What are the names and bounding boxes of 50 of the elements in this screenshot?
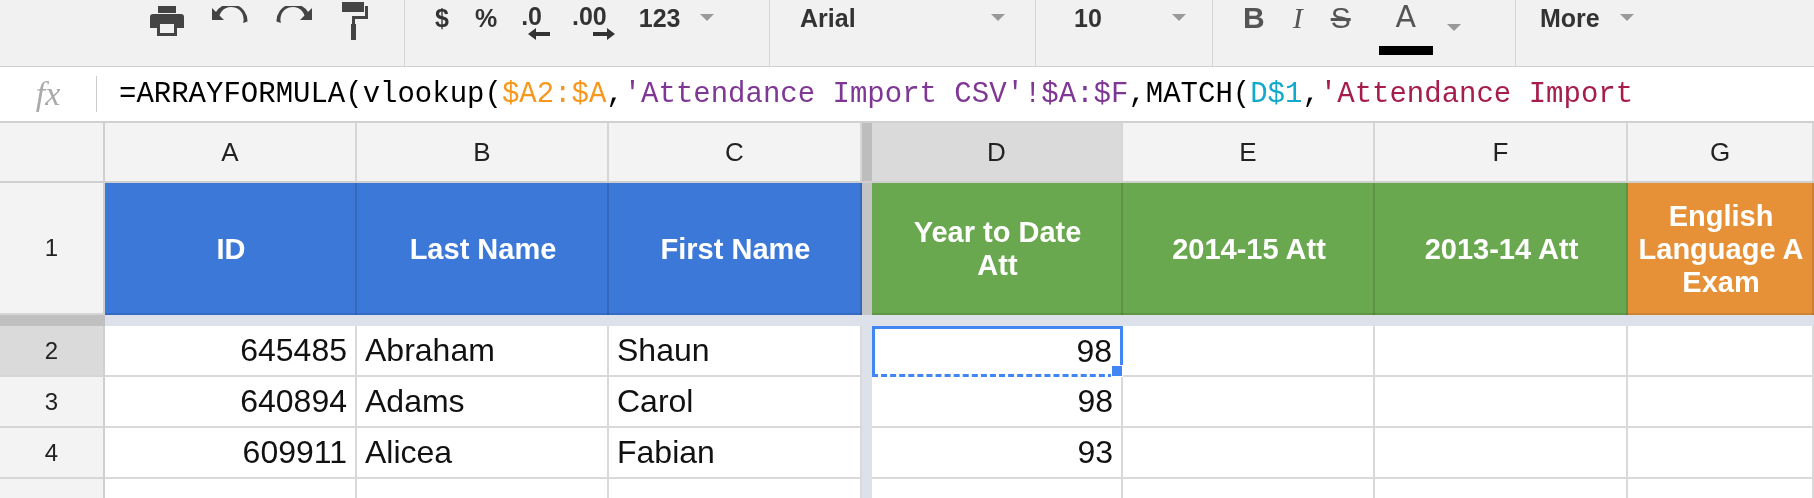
table-cell: 93 xyxy=(872,428,1123,479)
row-header[interactable]: 1 xyxy=(0,183,105,315)
dropdown-button[interactable]: More xyxy=(1538,0,1636,36)
table-cell: 98 xyxy=(872,326,1123,377)
dropdown-button[interactable]: 10 xyxy=(1072,0,1188,36)
column-header[interactable]: A xyxy=(105,123,357,181)
table-cell: 609911 xyxy=(105,428,357,479)
row-header[interactable]: 2 xyxy=(0,326,105,377)
column-header[interactable]: E xyxy=(1123,123,1375,181)
dropdown-button[interactable]: Arial xyxy=(798,0,1007,36)
formula-input[interactable]: =ARRAYFORMULA(vlookup($A2:$A,'Attendance Import CSV'!$A:$F,MATCH(D$1,'Attendance Import xyxy=(119,77,1634,111)
column-header[interactable]: G xyxy=(1628,123,1814,181)
caret-icon xyxy=(1446,23,1461,32)
caret-icon xyxy=(700,14,715,22)
format-button[interactable]: .0 xyxy=(521,0,550,44)
header-cell: 2013-14 Att xyxy=(1375,183,1628,315)
header-cell: Last Name xyxy=(357,183,609,315)
format-button[interactable]: % xyxy=(472,0,500,36)
caret-icon xyxy=(1172,14,1186,22)
header-cell: ID xyxy=(105,183,357,315)
paint-roller-icon[interactable] xyxy=(340,2,368,40)
table-cell: Alicea xyxy=(357,428,609,479)
table-cell: Abraham xyxy=(357,326,609,377)
table-cell: Adams xyxy=(357,377,609,428)
table-cell: 645485 xyxy=(105,326,357,377)
table-cell: 640894 xyxy=(105,377,357,428)
row-header[interactable]: 4 xyxy=(0,428,105,479)
caret-icon xyxy=(1619,14,1634,22)
header-cell: Year to Date Att xyxy=(872,183,1123,315)
table-cell: 98 xyxy=(872,377,1123,428)
function-label: fx xyxy=(34,75,62,113)
left-arrow-icon xyxy=(528,28,550,40)
strike-button[interactable]: S xyxy=(1328,0,1353,36)
column-header[interactable]: D xyxy=(872,123,1123,181)
format-button[interactable]: .00 xyxy=(572,0,615,44)
fill-handle[interactable] xyxy=(1111,365,1123,377)
header-cell: First Name xyxy=(609,183,862,315)
right-arrow-icon xyxy=(592,28,615,40)
header-cell: English Language A Exam xyxy=(1628,183,1814,315)
bold-button[interactable]: B xyxy=(1241,0,1267,36)
header-cell: 2014-15 Att xyxy=(1123,183,1375,315)
italic-button[interactable]: I xyxy=(1290,0,1305,36)
column-header[interactable]: F xyxy=(1375,123,1628,181)
row-header[interactable]: 3 xyxy=(0,377,105,428)
print-icon[interactable] xyxy=(150,6,184,36)
dropdown-button[interactable]: 123 xyxy=(636,0,717,36)
caret-icon xyxy=(991,14,1005,22)
column-header[interactable]: B xyxy=(357,123,609,181)
format-button[interactable]: $ xyxy=(433,0,451,36)
text-color-button[interactable]: A xyxy=(1376,0,1463,59)
